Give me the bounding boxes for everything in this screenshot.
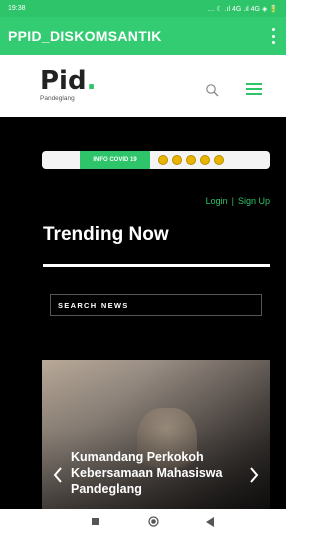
status-bar: 19:38 … ☾ .ıl 4G .ıl 4G ◈ 🔋 [0, 0, 286, 17]
status-icons: … ☾ .ıl 4G .ıl 4G ◈ 🔋 [207, 5, 278, 13]
news-ticker[interactable]: INFO COVID 19 [42, 151, 270, 169]
overflow-menu-icon[interactable] [268, 28, 278, 44]
status-time: 19:38 [8, 5, 26, 12]
site-header: Pid. Pandeglang [0, 55, 286, 117]
search-news-input[interactable]: SEARCH NEWS [50, 294, 262, 316]
back-icon[interactable] [206, 517, 215, 527]
login-link[interactable]: Login [206, 196, 228, 206]
chevron-right-icon[interactable] [248, 466, 260, 484]
app-bar: PPID_DISKOMSANTIK [0, 17, 286, 55]
ticker-badge: INFO COVID 19 [80, 151, 150, 169]
auth-links: Login | Sign Up [180, 196, 270, 206]
logo-mark: Pid. [40, 66, 97, 96]
home-icon[interactable] [148, 516, 159, 527]
search-icon[interactable] [205, 83, 219, 97]
chevron-left-icon[interactable] [52, 466, 64, 484]
auth-separator: | [231, 196, 234, 206]
recents-icon[interactable] [92, 518, 99, 525]
ticker-emoji-icons [158, 155, 224, 165]
main-content: INFO COVID 19 Login | Sign Up Trending Now… [0, 117, 286, 509]
signup-link[interactable]: Sign Up [238, 196, 270, 206]
section-title: Trending Now [43, 224, 169, 245]
section-divider [43, 264, 270, 267]
slide-headline[interactable]: Kumandang Perkokoh Kebersamaan Mahasiswa… [71, 449, 246, 497]
news-slide[interactable]: Kumandang Perkokoh Kebersamaan Mahasiswa… [42, 360, 270, 509]
logo-subtitle: Pandeglang [40, 95, 75, 102]
hamburger-menu-icon[interactable] [246, 83, 262, 95]
app-title: PPID_DISKOMSANTIK [8, 28, 162, 44]
site-logo[interactable]: Pid. Pandeglang [40, 68, 120, 108]
system-nav-bar [0, 509, 286, 535]
